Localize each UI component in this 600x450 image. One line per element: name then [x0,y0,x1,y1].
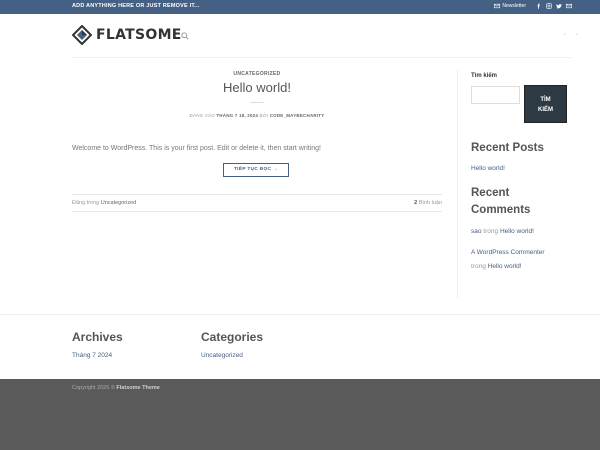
post-author[interactable]: CODE_MAYBECHARITY [270,113,325,118]
post-footer-divider [72,211,442,212]
instagram-icon[interactable] [546,3,552,9]
post-footer-divider [72,194,442,195]
recent-comments-title-line2: Comments [471,204,531,216]
copyright: Copyright 2025 © Flatsome Theme [72,385,160,391]
categories-link[interactable]: Uncategorized [201,352,243,359]
search-button-line1: TÌM [540,97,551,103]
search-button-line2: KIẾM [538,107,553,113]
comment-author[interactable]: sao [471,228,481,235]
recent-comment-1: sao trong Hello world! [471,228,534,235]
recent-comments-title-line1: Recent [471,187,510,199]
title-divider [250,102,264,103]
recent-post-link[interactable]: Hello world! [471,165,505,172]
recent-posts-title: Recent Posts [471,142,544,154]
post-meta-prefix: ĐĂNG VÀO [189,113,215,118]
copyright-brand[interactable]: Flatsome Theme [116,385,159,391]
top-bar-promo: ADD ANYTHING HERE OR JUST REMOVE IT... [72,3,200,9]
comment-post-link[interactable]: Hello world! [500,228,534,235]
post-excerpt: Welcome to WordPress. This is your first… [72,145,321,152]
site-header: FLATSOME ◦ ◦ [0,14,600,58]
sidebar-search-input[interactable] [471,86,520,104]
top-bar-right: Newsletter [494,3,572,9]
search-label: Tìm kiếm [471,73,498,79]
post-footer: Đăng trong Uncategorized 2 Bình luận [72,200,442,206]
archives-link[interactable]: Tháng 7 2024 [72,352,112,359]
footer-widgets-divider [0,314,600,315]
sidebar-search-button[interactable]: TÌM KIẾM [524,85,567,123]
post-title[interactable]: Hello world! [72,80,442,95]
comments-link[interactable]: 2 Bình luận [414,200,442,206]
search-icon[interactable] [181,32,189,40]
post-meta-by: BỞI [259,113,269,118]
post-meta: ĐĂNG VÀO THÁNG 7 18, 2024 BỞI CODE_MAYBE… [72,113,442,118]
envelope-icon[interactable] [566,3,572,9]
logo-text: FLATSOME [96,27,182,43]
post-footer-category[interactable]: Uncategorized [101,200,136,206]
newsletter-link[interactable]: Newsletter [494,3,526,9]
comment-post-link[interactable]: Hello world! [488,263,522,270]
newsletter-label: Newsletter [502,3,526,9]
categories-title: Categories [201,330,264,344]
post-footer-prefix: Đăng trong [72,200,100,206]
facebook-icon[interactable] [536,3,542,9]
read-more-button[interactable]: TIẾP TỤC ĐỌC → [223,163,289,177]
site-logo[interactable]: FLATSOME [72,25,182,45]
archives-title: Archives [72,330,123,344]
comment-in: trong [471,263,486,270]
comment-label: Bình luận [418,200,442,206]
comment-count: 2 [414,200,418,206]
top-bar: ADD ANYTHING HERE OR JUST REMOVE IT... N… [0,0,600,14]
comment-author[interactable]: A WordPress Commenter [471,249,545,256]
comment-in: trong [483,228,499,235]
post-category[interactable]: UNCATEGORIZED [72,71,442,77]
header-nav-item[interactable]: ◦ [576,32,578,38]
flatsome-logo-icon [72,25,92,45]
sidebar-divider [457,70,458,298]
header-nav-right: ◦ ◦ [564,32,578,38]
header-divider [72,57,572,58]
copyright-prefix: Copyright 2025 © [72,385,115,391]
envelope-icon [494,3,501,9]
post-date[interactable]: THÁNG 7 18, 2024 [216,113,258,118]
header-nav-item[interactable]: ◦ [564,32,566,38]
recent-comment-2: trong Hello world! [471,263,522,270]
twitter-icon[interactable] [556,3,562,9]
